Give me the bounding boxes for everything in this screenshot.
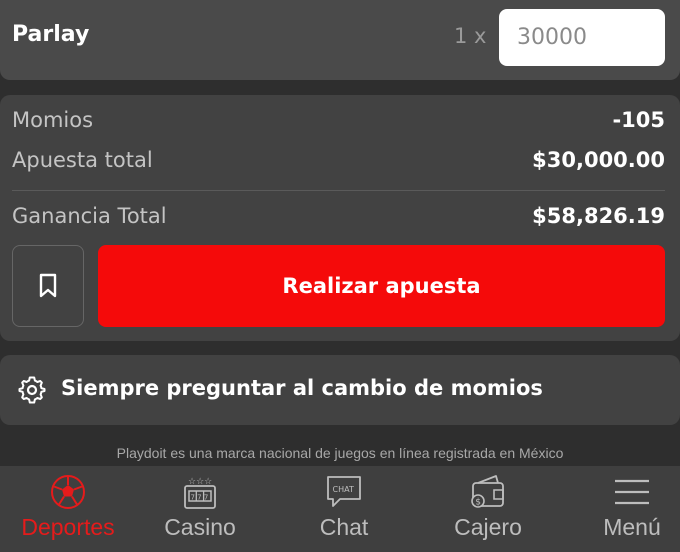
bottom-nav: Deportes ☆☆☆ 7 7 7 Casino CHAT Chat $ Ca…	[0, 466, 680, 552]
nav-label-cajero: Cajero	[454, 514, 522, 540]
total-win-label: Ganancia Total	[12, 204, 167, 228]
nav-item-cajero[interactable]: $ Cajero	[420, 466, 556, 552]
legal-notice: Playdoit es una marca nacional de juegos…	[116, 445, 564, 461]
total-bet-label: Apuesta total	[12, 148, 153, 172]
nav-item-menu[interactable]: Menú	[564, 466, 680, 552]
nav-label-deportes: Deportes	[21, 514, 115, 540]
wallet-icon: $	[471, 475, 504, 508]
gear-icon	[18, 376, 46, 404]
total-bet-value: $30,000.00	[532, 148, 665, 172]
save-bet-button[interactable]	[12, 245, 84, 327]
place-bet-button[interactable]: Realizar apuesta	[98, 245, 665, 327]
odds-label: Momios	[12, 108, 94, 132]
odds-change-setting[interactable]: Siempre preguntar al cambio de momios	[0, 355, 680, 425]
stake-multiplier: 1 x	[454, 24, 487, 48]
odds-value: -105	[612, 108, 665, 132]
bookmark-icon	[39, 273, 57, 298]
nav-label-menu: Menú	[603, 514, 661, 540]
nav-label-chat: Chat	[319, 514, 369, 540]
svg-text:CHAT: CHAT	[333, 485, 354, 494]
nav-item-chat[interactable]: CHAT Chat	[276, 466, 412, 552]
soccer-ball-icon	[51, 475, 85, 509]
parlay-title: Parlay	[12, 22, 90, 47]
nav-item-deportes[interactable]: Deportes	[0, 466, 136, 552]
slot-machine-icon: ☆☆☆ 7 7 7	[184, 477, 216, 509]
odds-change-label: Siempre preguntar al cambio de momios	[61, 376, 543, 400]
svg-text:7 7 7: 7 7 7	[191, 494, 209, 502]
parlay-header: Parlay 1 x	[0, 0, 680, 80]
svg-text:$: $	[475, 498, 481, 508]
hamburger-icon	[615, 479, 649, 505]
stake-input[interactable]	[499, 9, 665, 66]
nav-label-casino: Casino	[164, 514, 236, 540]
summary-divider	[12, 190, 665, 191]
nav-item-casino[interactable]: ☆☆☆ 7 7 7 Casino	[132, 466, 268, 552]
bet-summary-card: Momios -105 Apuesta total $30,000.00 Gan…	[0, 95, 680, 341]
total-win-value: $58,826.19	[532, 204, 665, 228]
chat-bubble-icon: CHAT	[327, 476, 361, 507]
